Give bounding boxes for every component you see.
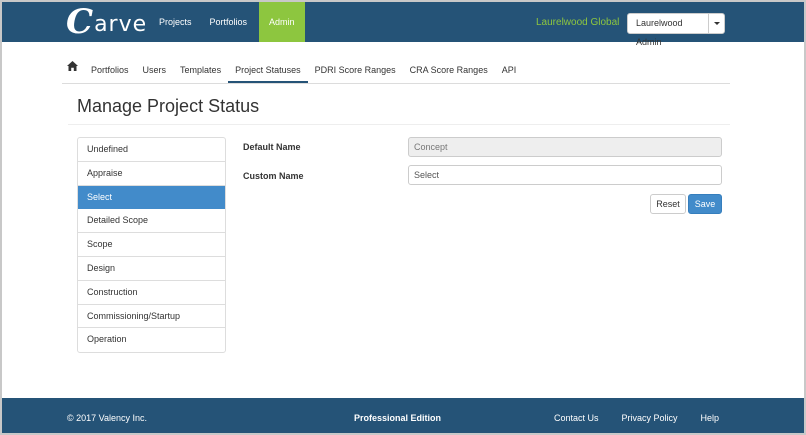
home-icon xyxy=(67,61,78,71)
custom-name-label: Custom Name xyxy=(243,171,304,181)
status-item-operation[interactable]: Operation xyxy=(78,328,225,352)
admin-subnav: Portfolios Users Templates Project Statu… xyxy=(62,60,730,84)
save-button[interactable]: Save xyxy=(688,194,722,214)
tab-cra-score-ranges[interactable]: CRA Score Ranges xyxy=(403,60,495,83)
tab-pdri-score-ranges[interactable]: PDRI Score Ranges xyxy=(308,60,403,83)
footer-links: Contact Us Privacy Policy Help xyxy=(554,413,719,423)
default-name-field xyxy=(408,137,722,157)
app-window: C arve Projects Portfolios Admin Laurelw… xyxy=(0,0,806,435)
topnav-projects[interactable]: Projects xyxy=(150,2,201,42)
user-menu-button[interactable]: Laurelwood Admin xyxy=(627,13,725,47)
tab-api[interactable]: API xyxy=(495,60,524,83)
footer: © 2017 Valency Inc. Professional Edition… xyxy=(2,398,804,433)
footer-edition: Professional Edition xyxy=(354,413,442,423)
tab-templates[interactable]: Templates xyxy=(173,60,228,83)
status-item-design[interactable]: Design xyxy=(78,257,225,281)
custom-name-field[interactable] xyxy=(408,165,722,185)
default-name-label: Default Name xyxy=(243,142,301,152)
status-item-undefined[interactable]: Undefined xyxy=(78,138,225,162)
status-item-scope[interactable]: Scope xyxy=(78,233,225,257)
footer-link-help[interactable]: Help xyxy=(701,413,720,423)
top-nav: Projects Portfolios Admin xyxy=(150,2,305,42)
logo-text: arve xyxy=(94,12,148,37)
status-item-appraise[interactable]: Appraise xyxy=(78,162,225,186)
status-item-construction[interactable]: Construction xyxy=(78,281,225,305)
topnav-portfolios[interactable]: Portfolios xyxy=(201,2,257,42)
status-item-select[interactable]: Select xyxy=(78,185,225,210)
status-list: Undefined Appraise Select Detailed Scope… xyxy=(77,137,226,354)
reset-button[interactable]: Reset xyxy=(650,194,686,214)
carve-logo[interactable]: C arve xyxy=(66,5,147,39)
caret-down-icon xyxy=(713,22,720,25)
tab-project-statuses[interactable]: Project Statuses xyxy=(228,60,308,83)
organization-name[interactable]: Laurelwood Global xyxy=(536,17,619,28)
home-link[interactable] xyxy=(62,60,84,80)
title-divider xyxy=(68,124,730,125)
tab-users[interactable]: Users xyxy=(136,60,174,83)
logo-initial: C xyxy=(66,2,94,42)
status-item-detailed-scope[interactable]: Detailed Scope xyxy=(78,209,225,234)
user-menu-toggle[interactable] xyxy=(709,14,724,33)
tab-portfolios[interactable]: Portfolios xyxy=(84,60,136,83)
footer-link-privacy-policy[interactable]: Privacy Policy xyxy=(622,413,678,423)
user-menu-label[interactable]: Laurelwood Admin xyxy=(628,14,709,47)
top-navbar: C arve Projects Portfolios Admin Laurelw… xyxy=(2,2,804,47)
footer-copyright: © 2017 Valency Inc. xyxy=(67,413,148,423)
page-title: Manage Project Status xyxy=(77,96,260,116)
topnav-admin[interactable]: Admin xyxy=(259,2,305,42)
footer-link-contact-us[interactable]: Contact Us xyxy=(554,413,599,423)
status-item-commissioning-startup[interactable]: Commissioning/Startup xyxy=(78,305,225,329)
